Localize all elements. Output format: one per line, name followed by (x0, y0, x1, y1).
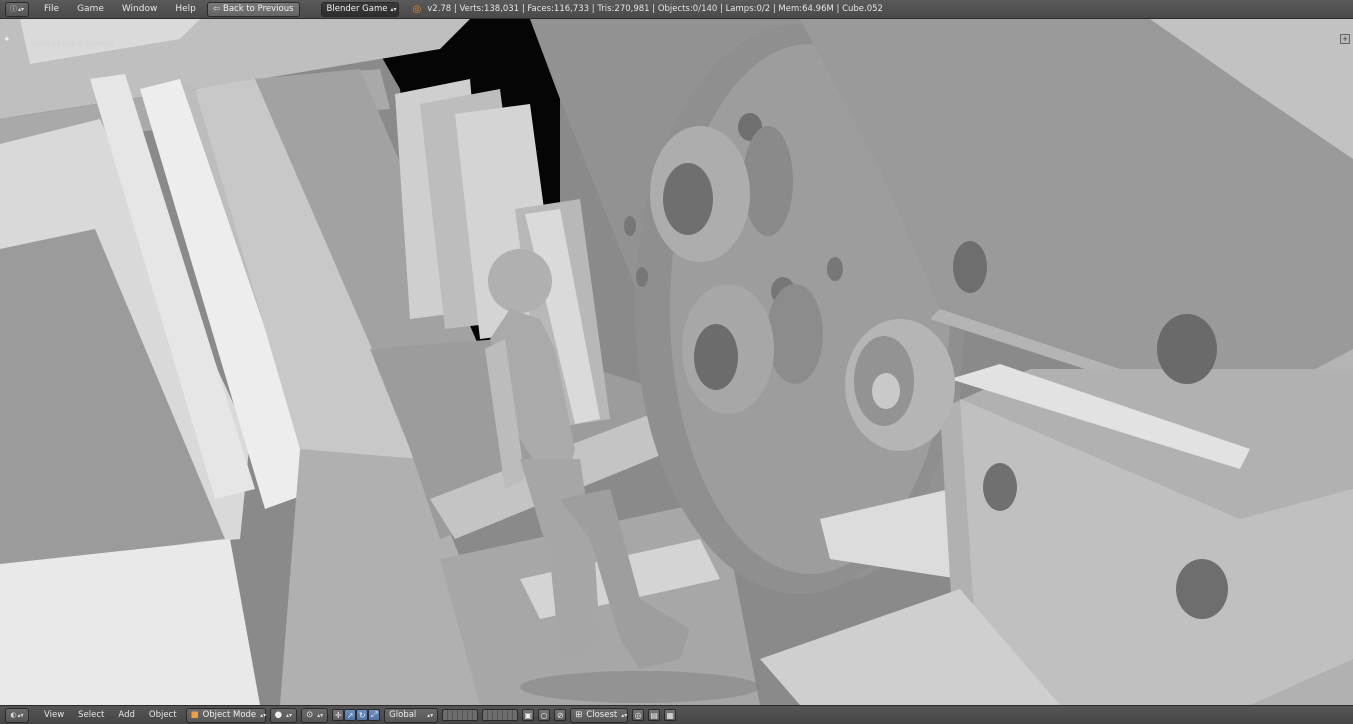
menu-select[interactable]: Select (73, 710, 109, 720)
chevron-updown-icon: ▴▾ (17, 711, 24, 719)
chevron-updown-icon: ▴▾ (427, 711, 434, 719)
chevron-updown-icon: ▴▾ (285, 711, 293, 719)
render-engine-select[interactable]: Blender Game ▴▾ (320, 1, 399, 17)
mode-select[interactable]: ■ Object Mode ▴▾ (185, 707, 267, 723)
layers-grid-1[interactable] (442, 709, 479, 721)
editor-type-button[interactable]: ◐ ▴▾ (5, 707, 29, 723)
back-arrow-icon: ⇦ (212, 3, 221, 14)
snap-element-label: Closest (586, 709, 618, 720)
area-split-icon[interactable]: ✦ (3, 35, 11, 45)
menu-file[interactable]: File (35, 4, 68, 14)
menu-view[interactable]: View (39, 710, 69, 720)
translate-manipulator-icon[interactable]: ↗ (344, 709, 357, 721)
menu-add[interactable]: Add (113, 710, 139, 720)
render-engine-label: Blender Game (326, 3, 388, 14)
orientation-label: Global (389, 709, 417, 720)
viewport-label: USER PERSP CROPPED (30, 40, 115, 48)
sphere-icon: ● (274, 709, 282, 720)
plus-icon[interactable]: + (1340, 34, 1350, 44)
chevron-updown-icon: ▴▾ (621, 711, 628, 719)
render-animation-icon[interactable]: ▦ (664, 709, 677, 721)
layer-lock-icon[interactable]: ▣ (522, 709, 535, 721)
transform-orientation-select[interactable]: Global ▴▾ (384, 707, 439, 723)
blender-logo-icon: ◎ (412, 3, 422, 15)
3d-viewport[interactable]: ✦ USER PERSP CROPPED + (0, 19, 1353, 705)
viewport-shading-select[interactable]: ● ▴▾ (269, 707, 298, 723)
chevron-updown-icon: ▴▾ (17, 5, 25, 13)
snap-toggle-icon[interactable]: ⊘ (554, 709, 567, 721)
scale-manipulator-icon[interactable]: ⤢ (368, 709, 381, 721)
back-to-previous-button[interactable]: ⇦ Back to Previous (206, 1, 300, 17)
scene-stats: v2.78 | Verts:138,031 | Faces:116,733 | … (427, 4, 883, 14)
cube-icon: ■ (190, 709, 199, 720)
manipulator-toggle-icon[interactable]: ✛ (332, 709, 345, 721)
back-to-previous-label: Back to Previous (223, 3, 294, 14)
3d-view-header: ◐ ▴▾ View Select Add Object ■ Object Mode… (0, 705, 1353, 724)
menu-window[interactable]: Window (113, 4, 167, 14)
snap-element-select[interactable]: ⊞ Closest ▴▾ (570, 707, 629, 723)
snap-target-icon[interactable]: ◎ (632, 709, 645, 721)
editor-type-button[interactable]: ⓘ ▴▾ (5, 1, 29, 17)
snap-element-icon: ⊞ (575, 709, 583, 720)
viewport-scene (0, 19, 1353, 705)
menu-object[interactable]: Object (144, 710, 182, 720)
rotate-manipulator-icon[interactable]: ↻ (356, 709, 369, 721)
proportional-edit-icon[interactable]: ○ (538, 709, 551, 721)
info-icon: ⓘ (9, 5, 17, 13)
pivot-icon: ⊙ (306, 709, 314, 720)
mode-label: Object Mode (202, 709, 257, 720)
chevron-updown-icon: ▴▾ (317, 711, 324, 719)
layers-grid-2[interactable] (482, 709, 519, 721)
chevron-updown-icon: ▴▾ (390, 5, 397, 13)
info-header: ⓘ ▴▾ File Game Window Help ⇦ Back to Prev… (0, 0, 1353, 19)
chevron-updown-icon: ▴▾ (260, 711, 267, 719)
render-camera-icon[interactable]: ▤ (648, 709, 661, 721)
menu-help[interactable]: Help (166, 4, 205, 14)
pivot-point-select[interactable]: ⊙ ▴▾ (301, 707, 329, 723)
menu-game[interactable]: Game (68, 4, 113, 14)
3d-view-icon: ◐ (10, 711, 17, 719)
